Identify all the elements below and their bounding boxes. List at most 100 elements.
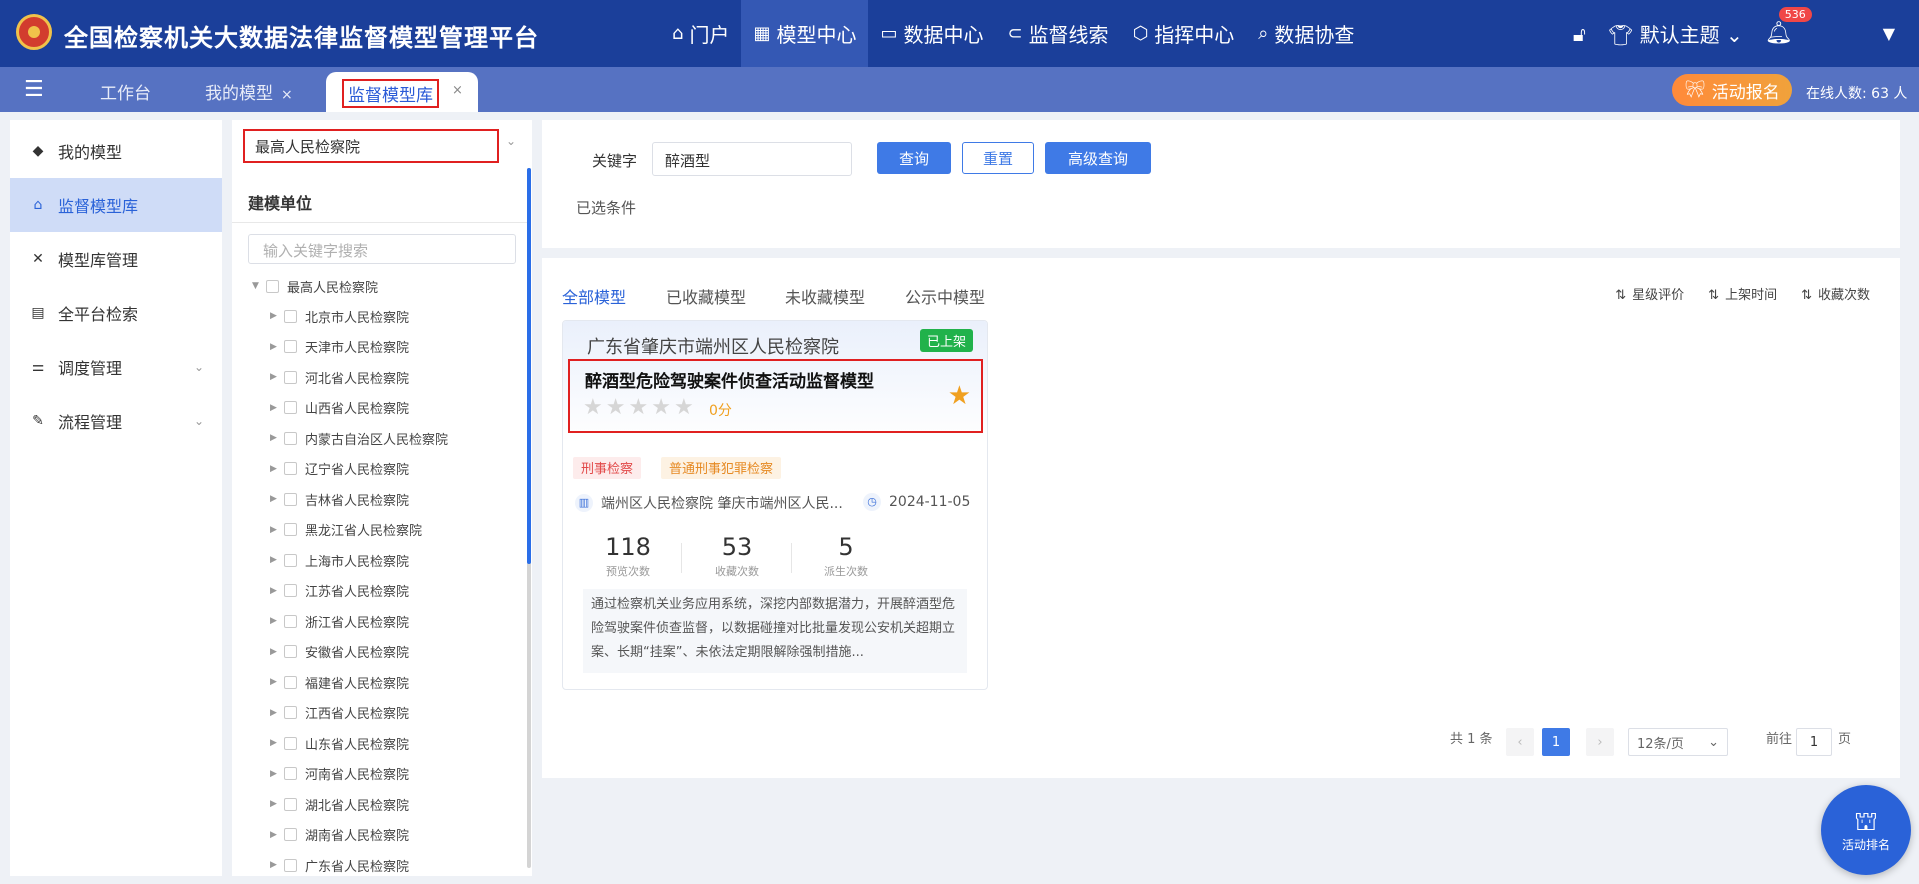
sort-by-favorites[interactable]: ⇅ 收藏次数 xyxy=(1801,284,1870,303)
tree-node[interactable]: ▶ 安徽省人民检察院 xyxy=(270,640,409,664)
next-page-button[interactable]: › xyxy=(1586,728,1614,756)
tree-node[interactable]: ▶ 广东省人民检察院 xyxy=(270,853,409,877)
tree-checkbox[interactable] xyxy=(284,309,297,323)
page-number-current[interactable]: 1 xyxy=(1542,728,1570,756)
tree-checkbox[interactable] xyxy=(284,523,297,536)
caret-right-icon[interactable]: ▶ xyxy=(270,342,284,352)
tree-node[interactable]: ▶ 江苏省人民检察院 xyxy=(270,579,409,603)
tab-favorited-models[interactable]: 已收藏模型 xyxy=(666,284,746,308)
tree-checkbox[interactable] xyxy=(284,858,297,872)
favorite-star-icon[interactable]: ★ xyxy=(948,381,971,411)
tree-node[interactable]: ▶ 黑龙江省人民检察院 xyxy=(270,518,422,542)
tab-all-models[interactable]: 全部模型 xyxy=(562,284,626,308)
tree-checkbox[interactable] xyxy=(284,675,297,689)
tree-checkbox[interactable] xyxy=(284,797,297,811)
tree-node[interactable]: ▶ 河北省人民检察院 xyxy=(270,365,409,389)
caret-right-icon[interactable]: ▶ xyxy=(270,311,284,321)
tree-node[interactable]: ▶ 天津市人民检察院 xyxy=(270,335,409,359)
tree-checkbox[interactable] xyxy=(284,706,297,719)
caret-down-icon[interactable]: ▼ xyxy=(252,281,266,291)
tree-node[interactable]: ▶ 北京市人民检察院 xyxy=(270,304,409,328)
caret-right-icon[interactable]: ▶ xyxy=(270,433,284,443)
tree-node[interactable]: ▶ 江西省人民检察院 xyxy=(270,701,409,725)
nav-model-center[interactable]: ▦ 模型中心 xyxy=(741,0,869,67)
tree-checkbox[interactable] xyxy=(284,340,297,353)
tree-checkbox[interactable] xyxy=(284,462,297,475)
caret-right-icon[interactable]: ▶ xyxy=(270,769,284,779)
tab-unfavorited-models[interactable]: 未收藏模型 xyxy=(785,284,865,308)
activity-ranking-button[interactable]: ⛫ 活动排名 xyxy=(1821,785,1911,875)
caret-right-icon[interactable]: ▶ xyxy=(270,738,284,748)
sidebar-item-supervision-library[interactable]: ⌂ 监督模型库 xyxy=(10,178,222,232)
close-icon[interactable]: × xyxy=(281,87,293,103)
model-card[interactable]: 广东省肇庆市端州区人民检察院 已上架 醉酒型危险驾驶案件侦查活动监督模型 ★ ★ ★… xyxy=(562,320,988,690)
nav-supervision-clues[interactable]: ⊂ 监督线索 xyxy=(995,0,1120,67)
caret-right-icon[interactable]: ▶ xyxy=(270,799,284,809)
sidebar-item-my-models[interactable]: ◆ 我的模型 xyxy=(10,124,222,178)
caret-right-icon[interactable]: ▶ xyxy=(270,586,284,596)
tree-checkbox[interactable] xyxy=(284,370,297,384)
menu-collapse-icon[interactable]: ☰ xyxy=(24,77,44,102)
tree-node[interactable]: ▶ 湖北省人民检察院 xyxy=(270,792,409,816)
tree-node[interactable]: ▶ 山东省人民检察院 xyxy=(270,731,409,755)
caret-right-icon[interactable]: ▶ xyxy=(270,494,284,504)
caret-right-icon[interactable]: ▶ xyxy=(270,403,284,413)
event-signup-button[interactable]: 🎀︎ 活动报名 xyxy=(1672,74,1792,106)
theme-switcher[interactable]: 👕︎ 默认主题 ⌄ xyxy=(1608,19,1743,48)
page-size-select[interactable]: 12条/页 ⌄ xyxy=(1628,728,1728,756)
sidebar-item-dispatch[interactable]: ⚌ 调度管理 ⌄ xyxy=(10,340,222,394)
tree-checkbox[interactable] xyxy=(284,767,297,780)
nav-data-assist[interactable]: ⌕ 数据协查 xyxy=(1246,0,1366,67)
notification-button[interactable]: 🔔︎ 536 xyxy=(1765,7,1812,46)
prev-page-button[interactable]: ‹ xyxy=(1506,728,1534,756)
nav-command-center[interactable]: ⬡ 指挥中心 xyxy=(1121,0,1247,67)
caret-right-icon[interactable]: ▶ xyxy=(270,647,284,657)
tree-node[interactable]: ▶ 福建省人民检察院 xyxy=(270,670,409,694)
close-icon[interactable]: × xyxy=(452,83,463,98)
caret-right-icon[interactable]: ▶ xyxy=(270,708,284,718)
lock-icon[interactable]: 🔓︎ xyxy=(1573,22,1586,46)
scrollbar-thumb[interactable] xyxy=(527,168,531,564)
sort-by-rating[interactable]: ⇅ 星级评价 xyxy=(1615,284,1684,303)
tab-workbench[interactable]: 工作台 xyxy=(100,79,151,104)
user-menu-caret-icon[interactable]: ▼ xyxy=(1883,24,1895,43)
tree-checkbox[interactable] xyxy=(284,828,297,841)
tree-checkbox[interactable] xyxy=(284,645,297,658)
tree-checkbox[interactable] xyxy=(284,492,297,506)
caret-right-icon[interactable]: ▶ xyxy=(270,555,284,565)
keyword-input[interactable]: 醉酒型 xyxy=(652,142,852,176)
tree-node-root[interactable]: ▼ 最高人民检察院 xyxy=(252,274,378,298)
sidebar-item-workflow[interactable]: ✎ 流程管理 ⌄ xyxy=(10,394,222,448)
tree-node[interactable]: ▶ 辽宁省人民检察院 xyxy=(270,457,409,481)
nav-portal[interactable]: ⌂ 门户 xyxy=(660,0,741,67)
tree-checkbox[interactable] xyxy=(284,431,297,445)
tree-checkbox[interactable] xyxy=(266,279,279,293)
caret-right-icon[interactable]: ▶ xyxy=(270,677,284,687)
reset-button[interactable]: 重置 xyxy=(962,142,1034,174)
caret-right-icon[interactable]: ▶ xyxy=(270,860,284,870)
tab-supervision-model-library[interactable]: 监督模型库 xyxy=(342,79,439,108)
tab-publicizing-models[interactable]: 公示中模型 xyxy=(905,284,985,308)
tree-checkbox[interactable] xyxy=(284,553,297,567)
card-title[interactable]: 醉酒型危险驾驶案件侦查活动监督模型 xyxy=(585,367,874,392)
query-button[interactable]: 查询 xyxy=(877,142,951,174)
tree-node[interactable]: ▶ 河南省人民检察院 xyxy=(270,762,409,786)
tree-node[interactable]: ▶ 浙江省人民检察院 xyxy=(270,609,409,633)
sort-by-listing-time[interactable]: ⇅ 上架时间 xyxy=(1708,284,1777,303)
caret-right-icon[interactable]: ▶ xyxy=(270,616,284,626)
tab-my-models[interactable]: 我的模型 × xyxy=(205,79,293,104)
tree-node[interactable]: ▶ 山西省人民检察院 xyxy=(270,396,409,420)
caret-right-icon[interactable]: ▶ xyxy=(270,464,284,474)
chevron-down-icon[interactable]: ⌄ xyxy=(506,134,516,148)
caret-right-icon[interactable]: ▶ xyxy=(270,372,284,382)
org-select[interactable]: 最高人民检察院 xyxy=(243,129,499,163)
tree-node[interactable]: ▶ 吉林省人民检察院 xyxy=(270,487,409,511)
tree-node[interactable]: ▶ 内蒙古自治区人民检察院 xyxy=(270,426,448,450)
sidebar-item-platform-search[interactable]: ▤ 全平台检索 xyxy=(10,286,222,340)
tree-node[interactable]: ▶ 湖南省人民检察院 xyxy=(270,823,409,847)
tree-checkbox[interactable] xyxy=(284,401,297,414)
caret-right-icon[interactable]: ▶ xyxy=(270,525,284,535)
advanced-query-button[interactable]: 高级查询 xyxy=(1045,142,1151,174)
tree-node[interactable]: ▶ 上海市人民检察院 xyxy=(270,548,409,572)
tree-checkbox[interactable] xyxy=(284,736,297,750)
